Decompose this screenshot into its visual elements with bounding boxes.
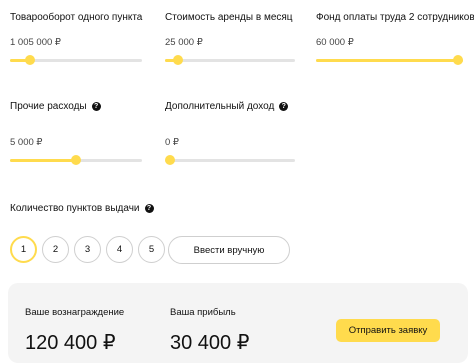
manual-input-button[interactable]: Ввести вручную <box>168 236 290 264</box>
profit-value: 30 400 ₽ <box>170 332 250 354</box>
slider-value-additional-income: 0 ₽ <box>165 137 179 148</box>
slider-label-payroll: Фонд оплаты труда 2 сотрудников <box>316 12 474 23</box>
profit-label: Ваша прибыль <box>170 307 236 318</box>
slider-fill <box>316 59 463 62</box>
points-option-1[interactable]: 1 <box>10 236 37 263</box>
points-option-2[interactable]: 2 <box>42 236 69 263</box>
question-icon[interactable]: ? <box>91 101 101 111</box>
reward-label: Ваше вознаграждение <box>25 307 125 318</box>
other-expenses-label-text: Прочие расходы <box>10 101 87 112</box>
slider-label-turnover: Товарооборот одного пункта <box>10 12 143 23</box>
slider-track <box>165 59 295 62</box>
points-count-label: Количество пунктов выдачи? <box>10 203 154 214</box>
question-icon[interactable]: ? <box>144 203 154 213</box>
slider-track <box>165 159 295 162</box>
additional-income-slider[interactable] <box>165 154 295 166</box>
reward-value: 120 400 ₽ <box>25 332 116 354</box>
slider-value-other-expenses: 5 000 ₽ <box>10 137 43 148</box>
points-option-5[interactable]: 5 <box>138 236 165 263</box>
turnover-slider[interactable] <box>10 54 142 66</box>
points-option-4[interactable]: 4 <box>106 236 133 263</box>
slider-label-rent: Стоимость аренды в месяц <box>165 12 293 23</box>
question-icon[interactable]: ? <box>279 101 289 111</box>
payroll-slider[interactable] <box>316 54 463 66</box>
slider-handle[interactable] <box>165 155 175 165</box>
submit-request-button[interactable]: Отправить заявку <box>336 319 440 342</box>
rent-slider[interactable] <box>165 54 295 66</box>
other-expenses-slider[interactable] <box>10 154 142 166</box>
slider-value-rent: 25 000 ₽ <box>165 37 203 48</box>
points-option-3[interactable]: 3 <box>74 236 101 263</box>
slider-value-payroll: 60 000 ₽ <box>316 37 354 48</box>
slider-value-turnover: 1 005 000 ₽ <box>10 37 61 48</box>
slider-label-additional-income: Дополнительный доход? <box>165 101 289 112</box>
slider-handle[interactable] <box>453 55 463 65</box>
slider-handle[interactable] <box>173 55 183 65</box>
additional-income-label-text: Дополнительный доход <box>165 101 275 112</box>
slider-fill <box>10 159 76 162</box>
slider-handle[interactable] <box>71 155 81 165</box>
slider-label-other-expenses: Прочие расходы? <box>10 101 101 112</box>
points-count-label-text: Количество пунктов выдачи <box>10 203 140 214</box>
slider-handle[interactable] <box>24 55 35 65</box>
